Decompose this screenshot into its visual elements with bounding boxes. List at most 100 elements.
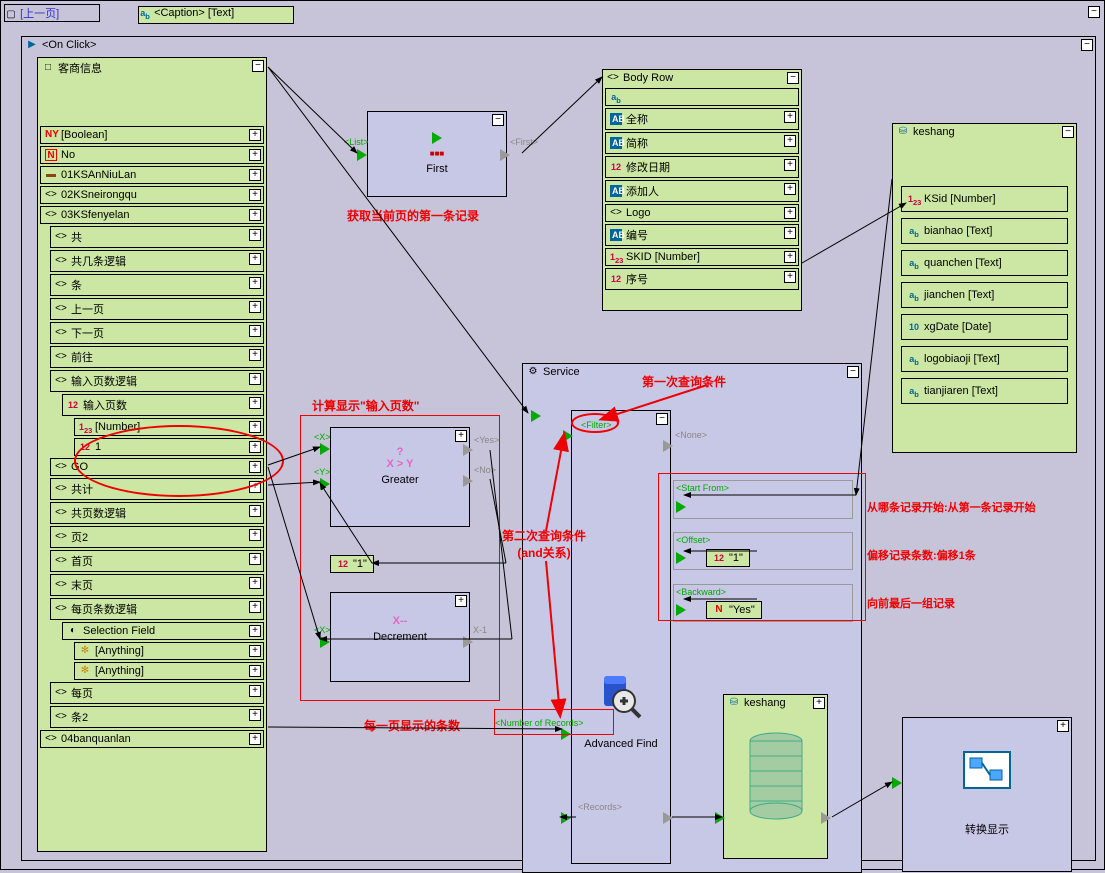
left-item-3[interactable]: <>02KSneirongqu+: [40, 186, 264, 204]
anno-offsetrecord: 偏移记录条数:偏移1条: [867, 547, 976, 563]
keshang-item-2[interactable]: abquanchen [Text]: [901, 250, 1068, 276]
diagram-canvas: ▢ [上一页] − ab <Caption> [Text] ▶ <On Clic…: [0, 0, 1105, 870]
left-item-13[interactable]: 123 [Number]+: [74, 418, 264, 436]
startfrom-group: <Start From>: [673, 480, 853, 519]
first-block[interactable]: − ■■■ First: [367, 111, 507, 197]
left-item-18[interactable]: <>页2+: [50, 526, 264, 548]
left-panel-header: □ 客商信息 −: [38, 58, 266, 78]
decrement-expand[interactable]: +: [455, 595, 467, 607]
service-block[interactable]: ⚙ Service − − Advanced Find <Filter>: [522, 363, 862, 873]
list-port-tri: [357, 149, 367, 164]
left-item-19[interactable]: <>首页+: [50, 550, 264, 572]
left-panel-collapse[interactable]: −: [252, 60, 264, 72]
left-item-21[interactable]: <>每页条数逻辑+: [50, 598, 264, 620]
left-item-12[interactable]: 12输入页数+: [62, 394, 264, 416]
keshang-collapse[interactable]: −: [1062, 126, 1074, 138]
one-box[interactable]: 12 "1": [330, 555, 374, 573]
bodyrow-item-1[interactable]: AB全称+: [605, 108, 799, 130]
top-collapse[interactable]: −: [1088, 6, 1100, 18]
db-icon: ⛁: [728, 697, 740, 709]
caption-box[interactable]: ab <Caption> [Text]: [138, 6, 294, 24]
convert-expand[interactable]: +: [1057, 720, 1069, 732]
service-collapse[interactable]: −: [847, 366, 859, 378]
left-item-2[interactable]: ▬01KSAnNiuLan+: [40, 166, 264, 184]
left-item-15[interactable]: <>GO+: [50, 458, 264, 476]
left-item-11[interactable]: <>输入页数逻辑+: [50, 370, 264, 392]
bodyrow-item-5[interactable]: <>Logo+: [605, 204, 799, 222]
keshang-item-0[interactable]: 123KSid [Number]: [901, 186, 1068, 212]
top-title: ▢ [上一页]: [4, 4, 100, 22]
first-port-tri: [500, 149, 510, 164]
first-title: First: [368, 159, 506, 179]
bodyrow-item-0[interactable]: ab [Text]</span><div class="expand-btn" …: [605, 88, 799, 106]
first-icon-area: ■■■: [368, 132, 506, 159]
bodyrow-item-8[interactable]: 12序号+: [605, 268, 799, 290]
records-port: <Records>: [578, 802, 622, 812]
keshang-db[interactable]: ⛁ keshang +: [723, 694, 828, 859]
top-title-text: [上一页]: [20, 8, 59, 20]
dec-x-port: <X>: [314, 625, 331, 635]
left-item-17[interactable]: <>共页数逻辑+: [50, 502, 264, 524]
advfind-collapse[interactable]: −: [656, 413, 668, 425]
left-item-24[interactable]: ✻ [Anything]+: [74, 662, 264, 680]
play-icon: [432, 132, 442, 144]
bodyrow-item-4[interactable]: AB添加人+: [605, 180, 799, 202]
left-item-16[interactable]: <>共计+: [50, 478, 264, 500]
left-item-14[interactable]: 121+: [74, 438, 264, 456]
anno-getfirst: 获取当前页的第一条记录: [347, 207, 479, 224]
left-item-5[interactable]: <>共+: [50, 226, 264, 248]
keshang-item-1[interactable]: abbianhao [Text]: [901, 218, 1068, 244]
left-item-0[interactable]: NY [Boolean]+: [40, 126, 264, 144]
advfind-block[interactable]: − Advanced Find: [571, 410, 671, 864]
anno-secondquery: 第二次查询条件 (and关系): [502, 527, 586, 561]
bodyrow-item-6[interactable]: AB编号+: [605, 224, 799, 246]
keshang-block[interactable]: ⛁ keshang − 123KSid [Number]abbianhao [T…: [892, 123, 1077, 453]
left-item-10[interactable]: <>前往+: [50, 346, 264, 368]
first-collapse[interactable]: −: [492, 114, 504, 126]
caption-label: <Caption> [Text]: [154, 7, 234, 19]
left-panel-title: 客商信息: [58, 60, 102, 76]
bodyrow-item-3[interactable]: 12修改日期+: [605, 156, 799, 178]
left-item-26[interactable]: <>条2+: [50, 706, 264, 728]
anno-perpage: 每一页显示的条数: [364, 717, 460, 734]
onclick-collapse[interactable]: −: [1081, 39, 1093, 51]
anno-backwardrecord: 向前最后一组记录: [867, 595, 955, 611]
keshang-item-3[interactable]: abjianchen [Text]: [901, 282, 1068, 308]
no-port: <No>: [474, 465, 496, 475]
bodyrow-item-2[interactable]: AB简称+: [605, 132, 799, 154]
left-item-1[interactable]: NNo+: [40, 146, 264, 164]
y-port: <Y>: [314, 467, 331, 477]
left-item-4[interactable]: <>03KSfenyelan+: [40, 206, 264, 224]
bodyrow-block[interactable]: <> Body Row − ab [Text]</span><div class…: [602, 69, 802, 311]
left-item-9[interactable]: <>下一页+: [50, 322, 264, 344]
decrement-block[interactable]: + X-- Decrement: [330, 592, 470, 682]
left-item-8[interactable]: <>上一页+: [50, 298, 264, 320]
left-items-list: NY [Boolean]+ NNo+ ▬01KSAnNiuLan+ <>02KSnei…: [38, 126, 266, 748]
left-item-22[interactable]: ◐Selection Field+: [62, 622, 264, 640]
left-item-23[interactable]: ✻ [Anything]+: [74, 642, 264, 660]
keshang-db-expand[interactable]: +: [813, 697, 825, 709]
filter-port: <Filter>: [581, 420, 612, 430]
backward-val[interactable]: N "Yes": [706, 601, 762, 619]
advfind-title: Advanced Find: [572, 734, 670, 754]
greater-block[interactable]: + ? X > Y Greater: [330, 427, 470, 527]
num-icon: 12: [337, 558, 349, 570]
convert-block[interactable]: + 转换显示: [902, 717, 1072, 872]
offset-port: <Offset>: [676, 535, 850, 545]
x-port: <X>: [314, 432, 331, 442]
left-item-7[interactable]: <>条+: [50, 274, 264, 296]
left-item-20[interactable]: <>末页+: [50, 574, 264, 596]
bodyrow-item-7[interactable]: 123SKID [Number]+: [605, 248, 799, 266]
bodyrow-collapse[interactable]: −: [787, 72, 799, 84]
offset-val[interactable]: 12 "1": [706, 549, 750, 567]
left-item-6[interactable]: <>共几条逻辑+: [50, 250, 264, 272]
keshang-item-5[interactable]: ablogobiaoji [Text]: [901, 346, 1068, 372]
keshang-item-6[interactable]: abtianjiaren [Text]: [901, 378, 1068, 404]
greater-expand[interactable]: +: [455, 430, 467, 442]
left-item-25[interactable]: <>每页+: [50, 682, 264, 704]
keshang-item-4[interactable]: 10xgDate [Date]: [901, 314, 1068, 340]
bodyrow-header: <> Body Row −: [603, 70, 801, 86]
gear-icon: ⚙: [527, 366, 539, 378]
left-item-27[interactable]: <>04banquanlan+: [40, 730, 264, 748]
left-panel: □ 客商信息 − NY [Boolean]+ NNo+ ▬01KSAnNiuLan+…: [37, 57, 267, 852]
